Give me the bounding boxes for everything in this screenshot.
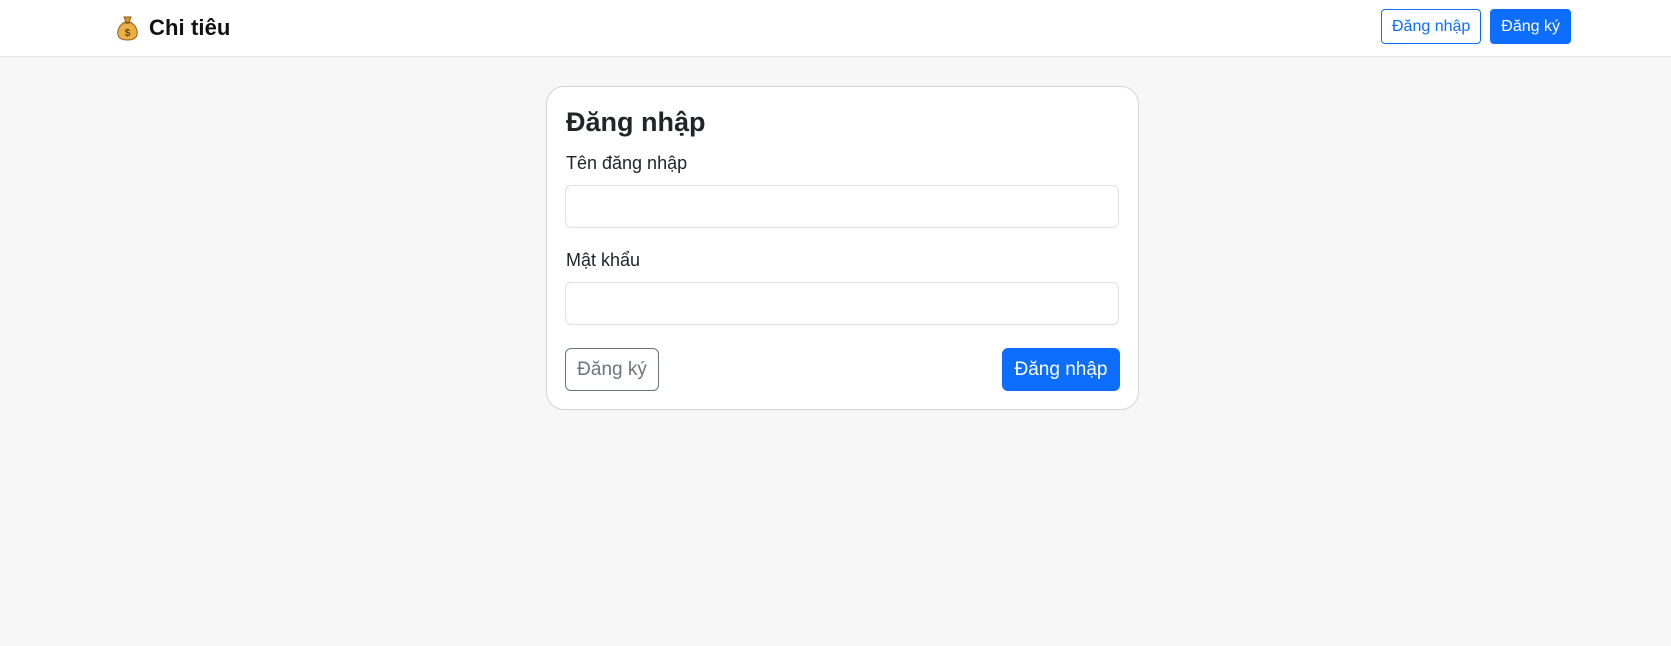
header-actions: Đăng nhập Đăng ký bbox=[1381, 9, 1571, 44]
username-input[interactable] bbox=[565, 185, 1119, 228]
username-label: Tên đăng nhập bbox=[566, 153, 688, 173]
password-input[interactable] bbox=[565, 282, 1119, 325]
header-register-button[interactable]: Đăng ký bbox=[1490, 9, 1571, 44]
login-submit-button[interactable]: Đăng nhập bbox=[1002, 348, 1120, 391]
password-label: Mật khẩu bbox=[566, 250, 641, 270]
register-button[interactable]: Đăng ký bbox=[565, 348, 659, 391]
login-card: Đăng nhập Tên đăng nhập Mật khẩu Đăng ký… bbox=[546, 86, 1139, 410]
brand-name: Chi tiêu bbox=[149, 15, 231, 40]
brand[interactable]: $ Chi tiêu bbox=[116, 13, 230, 43]
svg-text:$: $ bbox=[125, 28, 131, 39]
header-login-button[interactable]: Đăng nhập bbox=[1381, 9, 1482, 44]
navbar: $ Chi tiêu Đăng nhập Đăng ký bbox=[0, 0, 1671, 57]
login-title: Đăng nhập bbox=[566, 107, 706, 137]
money-bag-icon: $ bbox=[116, 15, 139, 41]
